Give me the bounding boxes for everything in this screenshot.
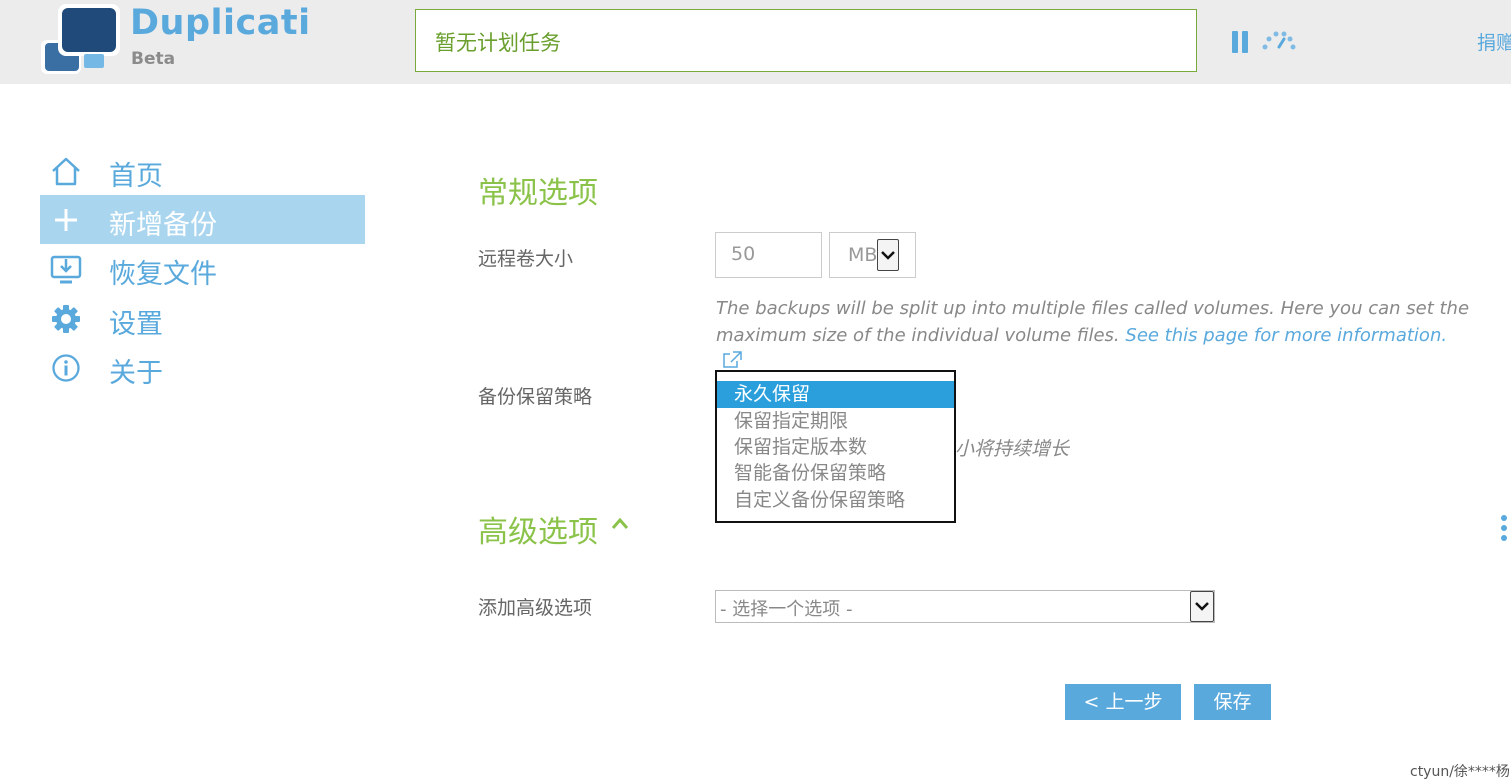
sidebar-item-settings[interactable]: 设置 (40, 294, 365, 343)
previous-button[interactable]: < 上一步 (1065, 684, 1181, 720)
retention-option-time[interactable]: 保留指定期限 (717, 408, 954, 435)
sidebar-item-about[interactable]: 关于 (40, 343, 365, 392)
more-options-icon[interactable] (1499, 514, 1509, 542)
retention-hint: 小将持续增长 (955, 438, 1070, 460)
save-button[interactable]: 保存 (1194, 684, 1271, 720)
external-link-icon[interactable] (722, 351, 742, 369)
retention-option-custom[interactable]: 自定义备份保留策略 (717, 487, 954, 514)
sidebar-item-label: 新增备份 (109, 210, 217, 241)
add-advanced-label: 添加高级选项 (478, 597, 593, 619)
sidebar-item-home[interactable]: 首页 (40, 146, 365, 195)
volume-unit-value: MB (848, 244, 878, 266)
download-icon (50, 255, 82, 284)
sidebar-item-label: 首页 (109, 161, 163, 192)
gear-icon (52, 305, 80, 333)
advanced-options-title[interactable]: 高级选项 (478, 507, 598, 551)
retention-option-versions[interactable]: 保留指定版本数 (717, 434, 954, 461)
sidebar-item-label: 恢复文件 (109, 259, 217, 290)
chevron-down-icon (881, 251, 895, 260)
watermark: ctyun/徐****杨 (1410, 764, 1510, 780)
volume-unit-select[interactable]: MB (829, 232, 916, 278)
sidebar-item-label: 关于 (109, 358, 163, 389)
volume-size-input[interactable]: 50 (715, 232, 822, 278)
top-header: Duplicati Beta 暂无计划任务 捐赠 (0, 0, 1511, 84)
general-options-title: 常规选项 (478, 176, 598, 211)
sidebar-item-restore[interactable]: 恢复文件 (40, 244, 365, 293)
donate-link[interactable]: 捐赠 (1477, 28, 1511, 55)
sidebar-item-add-backup[interactable]: 新增备份 (40, 195, 365, 244)
speedometer-icon[interactable] (1262, 30, 1296, 52)
retention-option-smart[interactable]: 智能备份保留策略 (717, 460, 954, 487)
advanced-option-select[interactable]: - 选择一个选项 - (715, 590, 1215, 623)
status-text: 暂无计划任务 (435, 31, 561, 55)
app-name: Duplicati (130, 3, 311, 43)
select-arrow-button[interactable] (1190, 591, 1214, 622)
retention-label: 备份保留策略 (478, 386, 593, 408)
more-info-link[interactable]: See this page for more information. (1125, 325, 1447, 346)
home-icon (52, 157, 80, 186)
sidebar-item-label: 设置 (109, 309, 163, 340)
pause-icon[interactable] (1232, 31, 1250, 53)
info-icon (52, 354, 80, 382)
retention-option-forever[interactable]: 永久保留 (717, 381, 954, 408)
duplicati-logo-icon[interactable] (40, 4, 120, 76)
volume-size-label: 远程卷大小 (478, 248, 574, 270)
status-bar: 暂无计划任务 (415, 9, 1197, 72)
advanced-option-placeholder: - 选择一个选项 - (720, 599, 853, 620)
volume-help-text: The backups will be split up into multip… (716, 295, 1476, 376)
chevron-up-icon[interactable] (610, 515, 630, 531)
app-edition: Beta (131, 49, 176, 69)
retention-dropdown-list[interactable]: 永久保留 保留指定期限 保留指定版本数 智能备份保留策略 自定义备份保留策略 (715, 370, 956, 523)
chevron-down-icon (1195, 602, 1209, 611)
plus-icon (55, 209, 77, 231)
select-arrow-button[interactable] (877, 239, 899, 271)
